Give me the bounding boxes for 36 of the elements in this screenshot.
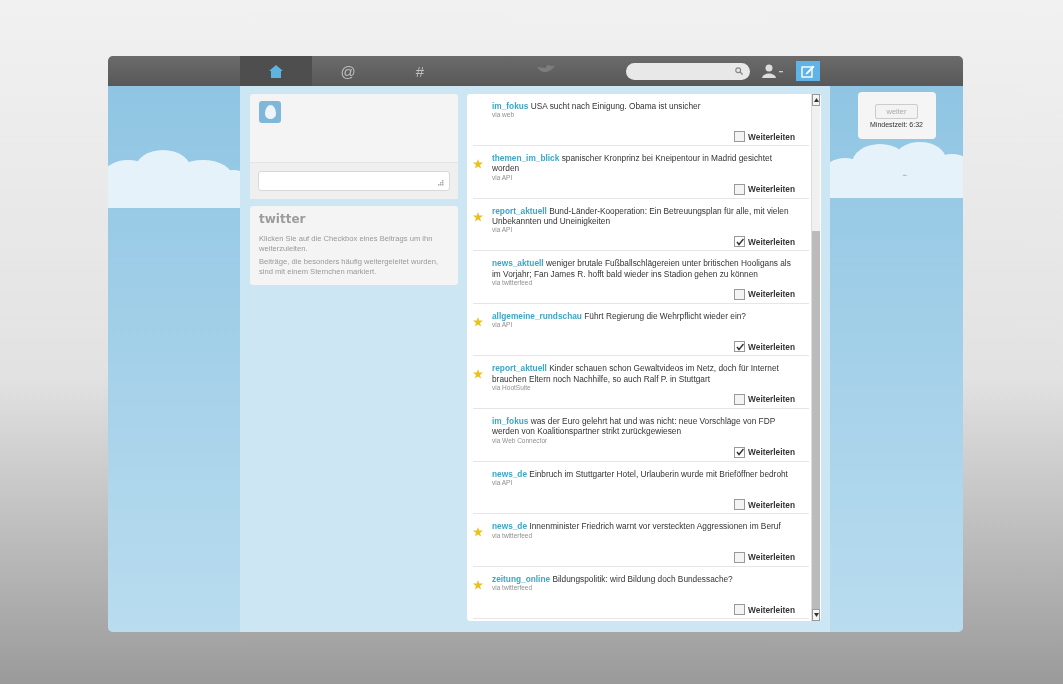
search-icon xyxy=(735,67,743,75)
forward-checkbox[interactable]: Weiterleiten xyxy=(734,499,795,511)
forward-checkbox[interactable]: Weiterleiten xyxy=(734,393,795,405)
twitter-logo: twitter xyxy=(259,212,307,226)
home-icon xyxy=(269,64,283,78)
tweet-text: zeitung_online Bildungspolitik: wird Bildung doch Bundessache? xyxy=(492,573,734,585)
tweet-text: im_fokus USA sucht nach Einigung. Obama ist unsicher xyxy=(492,101,702,112)
search-field[interactable] xyxy=(626,62,750,80)
tweet-text: news_de Einbruch im Stuttgarter Hotel, Urlauberin wurde mit Brieföffner bedroht xyxy=(492,468,789,479)
checkmark-icon xyxy=(735,342,744,351)
forward-checkbox[interactable]: Weiterleiten xyxy=(734,288,795,300)
scrollbar[interactable] xyxy=(811,94,820,621)
tweet-text: allgemeine_rundschau Führt Regierung die Wehrpflicht wieder ein? xyxy=(492,310,747,322)
tweet-text: im_fokus was der Euro gelehrt hat und was nicht: neue Vorschläge von FDP werden von Koalitionspartner strikt zurückgewiesen xyxy=(492,415,777,437)
forward-checkbox[interactable]: Weiterleiten xyxy=(734,551,795,563)
tweet-text: themen_im_blick spanischer Kronprinz bei Kneipentour in Madrid gesichtet worden xyxy=(492,153,773,174)
checkmark-icon xyxy=(735,237,744,246)
forward-checkbox[interactable]: Weiterleiten xyxy=(734,183,795,195)
tweet-text: report_aktuell Kinder schauen schon Gewaltvideos im Netz, doch für Internet brauchen Eltern noch Nachhilfe, so auch Ralf P. in Stuttgart xyxy=(492,363,780,385)
home-tab[interactable] xyxy=(240,56,312,86)
tweet-text: news_aktuell weniger brutale Fußballschlägereien unter britischen Hooligans als im Vorjahr; Fan James R. hofft bald wieder ins Stadion gehen zu können xyxy=(492,258,792,279)
user-menu-icon[interactable] xyxy=(762,64,784,78)
tweet-text: news_de Innenminister Friedrich warnt vor versteckten Aggressionen im Beruf xyxy=(492,521,782,532)
scroll-up-icon[interactable] xyxy=(813,98,819,102)
tweet-input-field[interactable] xyxy=(258,171,450,191)
forward-checkbox[interactable]: Weiterleiten xyxy=(734,604,795,616)
forward-checkbox[interactable]: Weiterleiten xyxy=(734,131,795,142)
forward-checkbox[interactable]: Weiterleiten xyxy=(734,236,795,248)
checkmark-icon xyxy=(735,448,744,457)
scroll-down-icon[interactable] xyxy=(813,613,819,617)
tweet-text: report_aktuell Bund-Länder-Kooperation: Ein Betreuungsplan für alle, mit vielen Unbekannten und Uneinigkeiten xyxy=(492,205,790,227)
avatar xyxy=(259,101,281,123)
compose-icon xyxy=(801,64,815,78)
resize-grip-icon xyxy=(438,180,444,186)
forward-checkbox[interactable]: Weiterleiten xyxy=(734,341,795,353)
forward-checkbox[interactable]: Weiterleiten xyxy=(734,446,795,458)
